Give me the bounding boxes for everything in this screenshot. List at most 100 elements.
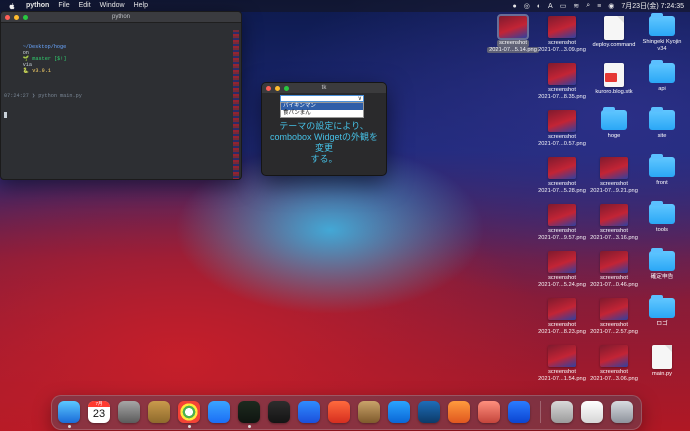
desktop-screenshot-8[interactable]: screenshot 2021-07...1.54.png: [536, 345, 588, 382]
desktop-screenshot-13[interactable]: screenshot 2021-07...3.06.png: [588, 345, 640, 382]
folder-icon: [601, 107, 627, 130]
tk-option-0[interactable]: バイキンマン: [281, 103, 363, 110]
desktop-screenshot-7[interactable]: screenshot 2021-07...8.23.png: [536, 298, 588, 335]
desktop-screenshot-2[interactable]: screenshot 2021-07...8.35.png: [536, 63, 588, 100]
contacts-icon[interactable]: [148, 401, 170, 423]
desktop-hoge-folder[interactable]: hoge: [588, 107, 640, 140]
apple-icon[interactable]: [7, 2, 17, 10]
terminal-scrollbar[interactable]: [233, 30, 239, 179]
desktop-icon-label: ロゴ: [656, 321, 668, 327]
desktop-main-py[interactable]: main.py: [636, 345, 688, 378]
terminal-prompt-line: ~/Desktop/hoge on 🌱 master [$!] via 🐍 v3…: [4, 37, 238, 80]
tk-title: tk: [321, 85, 327, 91]
vscode-icon[interactable]: [298, 401, 320, 423]
document-icon: [604, 16, 624, 40]
trash-icon[interactable]: [611, 401, 633, 423]
desktop-icon-label: screenshot: [497, 40, 529, 47]
document-stack-icon[interactable]: [581, 401, 603, 423]
desktop-icon-sublabel: 2021-07...3.09.png: [538, 46, 586, 53]
desktop-screenshot-12[interactable]: screenshot 2021-07...2.57.png: [588, 298, 640, 335]
tk-window: tk ∨ バイキンマン 食パンまん テーマの設定により、 combobox Wi…: [261, 82, 387, 176]
screenshot-thumbnail: [548, 157, 576, 179]
document-icon: [652, 345, 672, 369]
screenshot-thumbnail: [548, 204, 576, 226]
screenshot-thumbnail: [548, 345, 576, 367]
tk-combobox[interactable]: ∨: [280, 95, 364, 102]
folder-icon: [649, 154, 675, 177]
git-client-icon[interactable]: [448, 401, 470, 423]
desktop-icon-label: deploy.command: [592, 42, 636, 48]
status-icon-4[interactable]: A: [548, 3, 553, 10]
desktop-screenshot-6[interactable]: screenshot 2021-07...5.24.png: [536, 251, 588, 288]
desktop-icon-sublabel: 2021-07...2.57.png: [590, 328, 638, 335]
tk-combobox-arrow-icon[interactable]: ∨: [358, 95, 362, 102]
status-icon-2[interactable]: ◎: [524, 2, 530, 10]
tk-titlebar[interactable]: tk: [262, 83, 386, 93]
desktop-icon-sublabel: 2021-07...8.23.png: [538, 328, 586, 335]
terminal-on: on: [22, 49, 29, 56]
tk-option-1[interactable]: 食パンまん: [281, 110, 363, 117]
terminal-titlebar[interactable]: python: [1, 12, 241, 23]
control-center-icon[interactable]: ≡: [597, 3, 601, 10]
wifi-icon[interactable]: ≋: [573, 2, 579, 10]
folder-icon: [649, 295, 675, 318]
desktop-icon-label: kuroro.blog.stk: [595, 89, 633, 95]
desktop-site-folder[interactable]: site: [636, 107, 688, 140]
screenshot-thumbnail: [600, 298, 628, 320]
siri-icon[interactable]: ◉: [608, 2, 614, 10]
screenshot-thumbnail: [600, 345, 628, 367]
calendar-month: 7月: [95, 401, 103, 406]
menubar-clock[interactable]: 7月23日(金) 7:24:35: [621, 1, 684, 11]
running-indicator: [187, 425, 191, 428]
desktop-screenshot-9[interactable]: screenshot 2021-07...9.21.png: [588, 157, 640, 194]
terminal-app-icon[interactable]: [238, 401, 260, 428]
notes-icon[interactable]: [478, 401, 500, 423]
tk-message-line-2: combobox Widgetの外観を変更: [269, 132, 379, 153]
desktop-icon-sublabel: 2021-07...5.28.png: [538, 187, 586, 194]
desktop-api-folder[interactable]: api: [636, 60, 688, 93]
terminal-path: ~/Desktop/hoge: [22, 43, 67, 50]
screenshot-thumbnail: [600, 204, 628, 226]
desktop-screenshot-10[interactable]: screenshot 2021-07...3.16.png: [588, 204, 640, 241]
desktop-icon-sublabel: 2021-07...0.46.png: [590, 281, 638, 288]
desktop-front-folder[interactable]: front: [636, 154, 688, 187]
folder-icon: [649, 248, 675, 271]
battery-icon[interactable]: ▭: [560, 2, 567, 10]
quicktime-icon[interactable]: [418, 401, 440, 423]
chrome-icon[interactable]: [178, 401, 200, 428]
desktop-icon-label: api: [658, 86, 666, 92]
search-icon[interactable]: ⌕: [586, 2, 590, 10]
docker-icon[interactable]: [388, 401, 410, 423]
zoom-icon[interactable]: [208, 401, 230, 423]
desktop-screenshot-selected[interactable]: screenshot 2021-07...5.14.png: [487, 14, 539, 53]
desktop-kakutei-shinkoku-folder[interactable]: 確定申告: [636, 248, 688, 281]
desktop-logo-folder[interactable]: ロゴ: [636, 295, 688, 328]
system-preferences-icon[interactable]: [118, 401, 140, 423]
tk-combobox-dropdown[interactable]: バイキンマン 食パンまん: [280, 102, 364, 118]
folder-icon: [649, 60, 675, 83]
terminal-output[interactable]: ~/Desktop/hoge on 🌱 master [$!] via 🐍 v3…: [1, 23, 241, 133]
status-icon-3[interactable]: ◐: [537, 3, 541, 10]
desktop-screenshot-3[interactable]: screenshot 2021-07...0.57.png: [536, 110, 588, 147]
desktop-tools-folder[interactable]: tools: [636, 201, 688, 234]
calendar-icon[interactable]: 7月 23: [88, 401, 110, 423]
terminal-icon[interactable]: [268, 401, 290, 423]
infinity-icon[interactable]: [508, 401, 530, 423]
tk-message: テーマの設定により、 combobox Widgetの外観を変更 する。: [266, 121, 382, 165]
desktop-screenshot-1[interactable]: screenshot 2021-07...3.09.png: [536, 16, 588, 53]
desktop-icon-label: site: [657, 133, 667, 139]
desktop-screenshot-4[interactable]: screenshot 2021-07...5.28.png: [536, 157, 588, 194]
terminal-branch: 🌱 master [$!]: [22, 56, 67, 63]
package-icon[interactable]: [358, 401, 380, 423]
status-icon-1[interactable]: ●: [512, 3, 516, 10]
finder-icon[interactable]: [58, 401, 80, 428]
desktop-icon-sublabel: 2021-07...5.24.png: [538, 281, 586, 288]
desktop-deploy-command[interactable]: deploy.command: [588, 16, 640, 49]
desktop-shingeki-folder[interactable]: Shingeki Kyojin v34: [636, 13, 688, 52]
desktop-screenshot-5[interactable]: screenshot 2021-07...9.57.png: [536, 204, 588, 241]
activity-chart-icon[interactable]: [328, 401, 350, 423]
downloads-stack-icon[interactable]: [551, 401, 573, 423]
terminal-window: python ~/Desktop/hoge on 🌱 master [$!] v…: [0, 11, 242, 180]
desktop-kuroro-blog-stk[interactable]: kuroro.blog.stk: [588, 63, 640, 96]
desktop-screenshot-11[interactable]: screenshot 2021-07...0.46.png: [588, 251, 640, 288]
